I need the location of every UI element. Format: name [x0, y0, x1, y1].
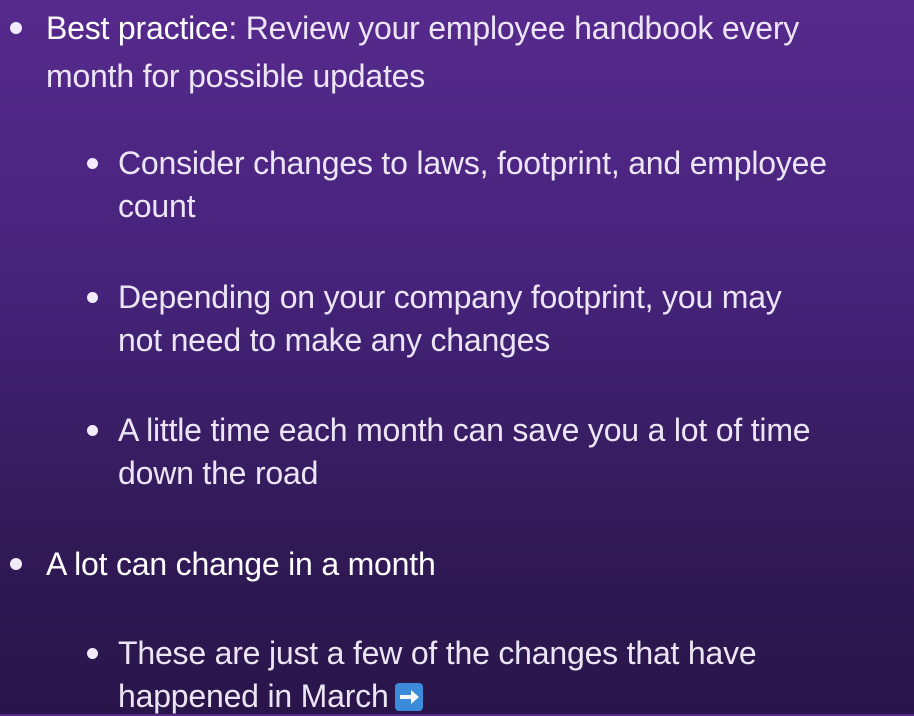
bullet-text: Best practice: Review your employee hand… — [46, 8, 799, 48]
bullet-text: A lot can change in a month — [46, 546, 436, 582]
sub-bullet-line2: not need to make any changes — [118, 322, 551, 358]
bullet-rest: : Review your employee handbook every — [228, 10, 800, 46]
sub-bullet-line1: These are just a few of the changes that… — [118, 635, 757, 671]
sub-bullet-line1: A little time each month can save you a … — [118, 412, 811, 448]
sub-bullet-line1: Consider changes to laws, footprint, and… — [118, 145, 827, 181]
sub-bullet-circle — [87, 648, 98, 659]
sub-bullet-line2-text: happened in March — [118, 678, 389, 714]
sub-bullet-circle — [87, 425, 98, 436]
sub-bullet-line2: happened in March — [118, 676, 423, 716]
bullet-dot — [10, 22, 22, 34]
sub-bullet-line1: Depending on your company footprint, you… — [118, 279, 782, 315]
bullet-text-line2: month for possible updates — [46, 58, 426, 94]
slide: Best practice: Review your employee hand… — [0, 0, 914, 714]
sub-bullet-line2: down the road — [118, 455, 319, 491]
sub-bullet-line2: count — [118, 188, 196, 224]
sub-bullet-circle — [87, 158, 98, 169]
bullet-dot — [10, 558, 22, 570]
bullet-bold-lead: Best practice — [46, 10, 229, 46]
right-arrow-icon — [394, 683, 423, 711]
sub-bullet-circle — [87, 292, 98, 303]
